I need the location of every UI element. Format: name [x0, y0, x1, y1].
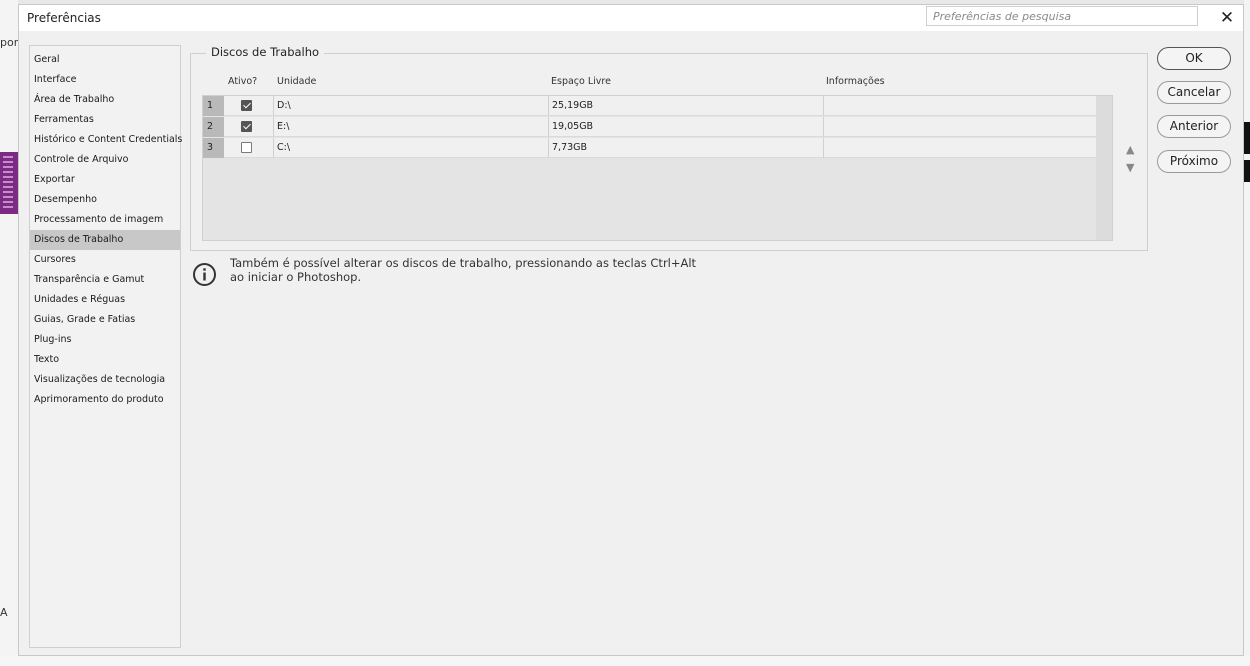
next-button[interactable]: Próximo — [1157, 150, 1231, 173]
sidebar-item[interactable]: Geral — [30, 50, 180, 70]
sidebar-item[interactable]: Desempenho — [30, 190, 180, 210]
unit-cell: D:\ — [274, 96, 549, 116]
info-message-line: Também é possível alterar os discos de t… — [230, 256, 697, 270]
title-bar: Preferências ✕ — [19, 5, 1243, 31]
sidebar-item[interactable]: Unidades e Réguas — [30, 290, 180, 310]
unit-cell: E:\ — [274, 117, 549, 137]
preferences-sidebar: Geral Interface Área de Trabalho Ferramenta… — [29, 45, 182, 648]
table-scrollbar[interactable] — [1096, 96, 1112, 240]
column-header-info: Informações — [826, 76, 885, 87]
row-number: 3 — [203, 138, 224, 158]
background-dark-block — [1244, 160, 1250, 182]
free-space-cell: 25,19GB — [549, 96, 824, 116]
sidebar-item[interactable]: Visualizações de tecnologia — [30, 370, 180, 390]
active-checkbox[interactable] — [241, 121, 252, 132]
table-row[interactable]: 1 D:\ 25,19GB — [203, 96, 1096, 116]
sidebar-item[interactable]: Texto — [30, 350, 180, 370]
sidebar-item[interactable]: Exportar — [30, 170, 180, 190]
info-cell — [824, 117, 1096, 137]
info-message-line: ao iniciar o Photoshop. — [230, 270, 362, 284]
column-header-unit: Unidade — [277, 76, 317, 87]
preferences-dialog: Preferências ✕ GeralInterfaceÁrea de Tra… — [18, 4, 1244, 656]
free-space-cell: 19,05GB — [549, 117, 824, 137]
cancel-button[interactable]: Cancelar — [1157, 81, 1231, 104]
sidebar-item[interactable]: Ferramentas — [30, 110, 180, 130]
previous-button[interactable]: Anterior — [1157, 115, 1231, 138]
sidebar-item[interactable]: Discos de Trabalho — [30, 230, 180, 250]
column-header-free-space: Espaço Livre — [551, 76, 611, 87]
move-down-icon[interactable]: ▼ — [1126, 161, 1134, 174]
column-header-active: Ativo? — [228, 76, 258, 87]
sidebar-item[interactable]: Plug-ins — [30, 330, 180, 350]
sidebar-item[interactable]: Cursores — [30, 250, 180, 270]
dialog-title: Preferências — [27, 11, 101, 25]
sidebar-list: Geral Interface Área de Trabalho Ferramenta… — [30, 50, 182, 410]
info-cell — [824, 96, 1096, 116]
preferences-search-input[interactable] — [926, 6, 1198, 26]
sidebar-item[interactable]: Aprimoramento do produto — [30, 390, 180, 410]
background-app-right — [1244, 0, 1250, 666]
close-icon[interactable]: ✕ — [1215, 7, 1239, 29]
active-cell — [224, 96, 274, 116]
table-row[interactable]: 2 E:\ 19,05GB — [203, 117, 1096, 137]
table-row[interactable]: 3 C:\ 7,73GB — [203, 138, 1096, 158]
background-text-fragment: por — [0, 36, 19, 49]
active-checkbox[interactable] — [241, 142, 252, 153]
scratch-disks-group: Discos de Trabalho Ativo? Unidade Espaço… — [190, 45, 1148, 251]
background-thumbnail — [0, 152, 18, 214]
background-text-fragment: A — [0, 606, 8, 619]
info-icon — [193, 263, 216, 286]
active-cell — [224, 138, 274, 158]
move-up-icon[interactable]: ▲ — [1126, 143, 1134, 156]
sidebar-item[interactable]: Área de Trabalho — [30, 90, 180, 110]
sidebar-item[interactable]: Histórico e Content Credentials — [30, 130, 182, 150]
sidebar-item[interactable]: Processamento de imagem — [30, 210, 180, 230]
unit-cell: C:\ — [274, 138, 549, 158]
info-cell — [824, 138, 1096, 158]
sidebar-item[interactable]: Guias, Grade e Fatias — [30, 310, 180, 330]
sidebar-item[interactable]: Controle de Arquivo — [30, 150, 180, 170]
background-app-bottom — [0, 656, 1250, 666]
background-app-left: por A — [0, 0, 18, 666]
ok-button[interactable]: OK — [1157, 47, 1231, 70]
group-title: Discos de Trabalho — [206, 45, 325, 59]
active-checkbox[interactable] — [241, 100, 252, 111]
row-number: 2 — [203, 117, 224, 137]
scratch-disks-table: 1 D:\ 25,19GB 2 E:\ 19,05GB 3 C:\ 7,73GB — [202, 95, 1113, 241]
row-number: 1 — [203, 96, 224, 116]
info-message: Também é possível alterar os discos de t… — [230, 256, 750, 284]
background-dark-block — [1244, 122, 1250, 154]
active-cell — [224, 117, 274, 137]
sidebar-item[interactable]: Interface — [30, 70, 180, 90]
sidebar-item[interactable]: Transparência e Gamut — [30, 270, 180, 290]
free-space-cell: 7,73GB — [549, 138, 824, 158]
